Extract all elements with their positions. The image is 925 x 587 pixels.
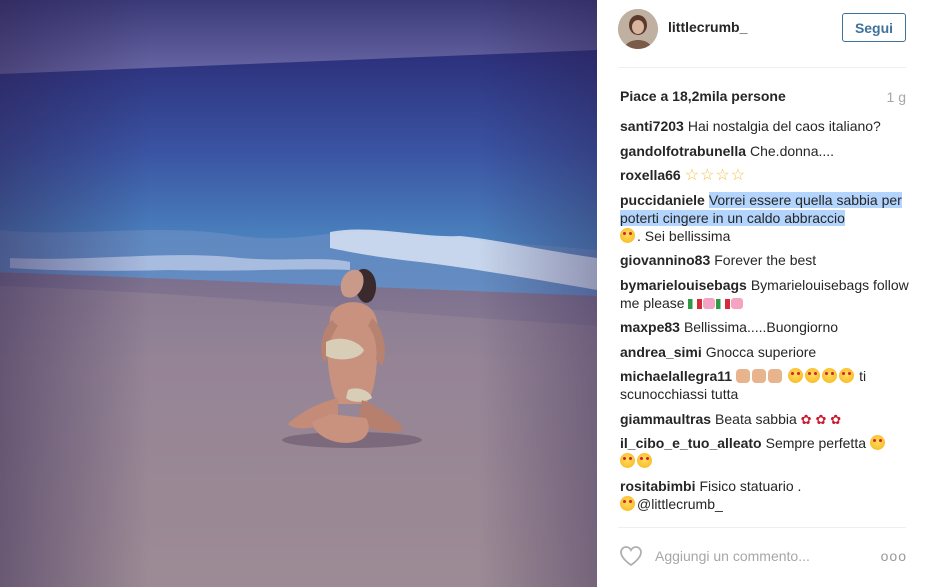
rose-emoji-icon: ✿: [815, 411, 827, 427]
comment: rositabimbi Fisico statuario . @littlecru…: [620, 477, 910, 513]
likes-count[interactable]: Piace a 18,2mila persone: [620, 88, 786, 104]
post-age[interactable]: 1 g: [887, 89, 906, 105]
comment-username[interactable]: maxpe83: [620, 319, 680, 335]
add-comment-input[interactable]: Aggiungi un commento...: [655, 548, 810, 564]
comment-username[interactable]: il_cibo_e_tuo_alleato: [620, 435, 762, 451]
flag-emoji-icon: [716, 298, 731, 309]
follow-button[interactable]: Segui: [842, 13, 906, 42]
post-sidebar: littlecrumb_ Segui Piace a 18,2mila pers…: [597, 0, 925, 587]
bag-emoji-icon: [731, 297, 744, 309]
avatar[interactable]: [618, 9, 658, 49]
comment-text: Che.donna....: [750, 142, 835, 159]
divider: [618, 67, 906, 68]
comment: giovannino83 Forever the best: [620, 251, 910, 269]
flag-emoji-icon: [688, 298, 703, 309]
comment: andrea_simi Gnocca superiore: [620, 343, 910, 361]
heart-eyes-emoji-icon: [805, 368, 821, 383]
comment-text: Sempre perfetta: [765, 435, 866, 451]
heart-eyes-emoji-icon: [620, 227, 635, 243]
comment: giammaultras Beata sabbia ✿ ✿ ✿: [620, 410, 910, 428]
comment: gandolfotrabunella Che.donna....: [620, 142, 910, 160]
comment-text: Bellissima.....Buongiorno: [683, 319, 839, 335]
comment-text: Hai nostalgia del caos italiano?: [687, 118, 881, 134]
clap-emoji-icon: [736, 369, 751, 383]
comment: puccidaniele Vorrei essere quella sabbia …: [620, 191, 910, 245]
comment-text: Beata sabbia: [715, 410, 797, 427]
rose-emoji-icon: ✿: [830, 411, 842, 427]
comment: santi7203 Hai nostalgia del caos italiano…: [620, 117, 910, 135]
post-photo[interactable]: [0, 0, 597, 587]
comment: il_cibo_e_tuo_alleato Sempre perfetta: [620, 434, 910, 470]
bag-emoji-icon: [703, 297, 716, 309]
comment-list: santi7203 Hai nostalgia del caos italiano…: [620, 117, 910, 519]
heart-eyes-emoji-icon: [620, 495, 635, 511]
heart-eyes-emoji-icon: [822, 368, 838, 383]
comment-username[interactable]: michaelallegra11: [620, 368, 732, 384]
heart-eyes-emoji-icon: [637, 453, 652, 468]
comment-username[interactable]: bymarielouisebags: [620, 277, 747, 293]
clap-emoji-icon: [768, 369, 783, 383]
beach-photo: [0, 0, 597, 587]
heart-outline-icon[interactable]: [619, 545, 643, 567]
comment-text: Fisico statuario .: [699, 477, 802, 494]
avatar-image: [618, 9, 658, 49]
rose-emoji-icon: ✿: [800, 411, 812, 427]
post-username[interactable]: littlecrumb_: [668, 19, 747, 35]
comment-username[interactable]: rositabimbi: [620, 478, 695, 494]
divider: [618, 527, 906, 528]
more-options-icon[interactable]: ooo: [881, 548, 907, 564]
clap-emoji-icon: [752, 369, 767, 383]
comment: michaelallegra11 ti scunocchiassi tutta: [620, 367, 910, 403]
comment-username[interactable]: gandolfotrabunella: [620, 143, 746, 159]
heart-eyes-emoji-icon: [788, 368, 804, 383]
comment-username[interactable]: roxella66: [620, 167, 681, 183]
comment-text: . Sei bellissima: [637, 227, 731, 244]
heart-eyes-emoji-icon: [869, 435, 885, 450]
comment-username[interactable]: santi7203: [620, 118, 684, 134]
comment-username[interactable]: andrea_simi: [620, 344, 702, 360]
heart-eyes-emoji-icon: [620, 453, 635, 468]
comment: roxella66 ☆☆☆☆: [620, 166, 910, 184]
comment-username[interactable]: giovannino83: [620, 252, 710, 268]
comment-text: Gnocca superiore: [705, 343, 817, 360]
comment: maxpe83 Bellissima.....Buongiorno: [620, 318, 910, 336]
comment-username[interactable]: puccidaniele: [620, 192, 705, 208]
comment-text: Forever the best: [714, 252, 817, 268]
comment: bymarielouisebags Bymarielouisebags follo…: [620, 276, 910, 312]
instagram-post: littlecrumb_ Segui Piace a 18,2mila pers…: [0, 0, 925, 587]
heart-eyes-emoji-icon: [839, 368, 855, 383]
post-header: littlecrumb_ Segui: [597, 0, 925, 68]
star-emoji-icon: ☆☆☆☆: [684, 167, 747, 184]
mention-link[interactable]: @littlecrumb_: [637, 496, 723, 512]
comment-username[interactable]: giammaultras: [620, 411, 711, 427]
